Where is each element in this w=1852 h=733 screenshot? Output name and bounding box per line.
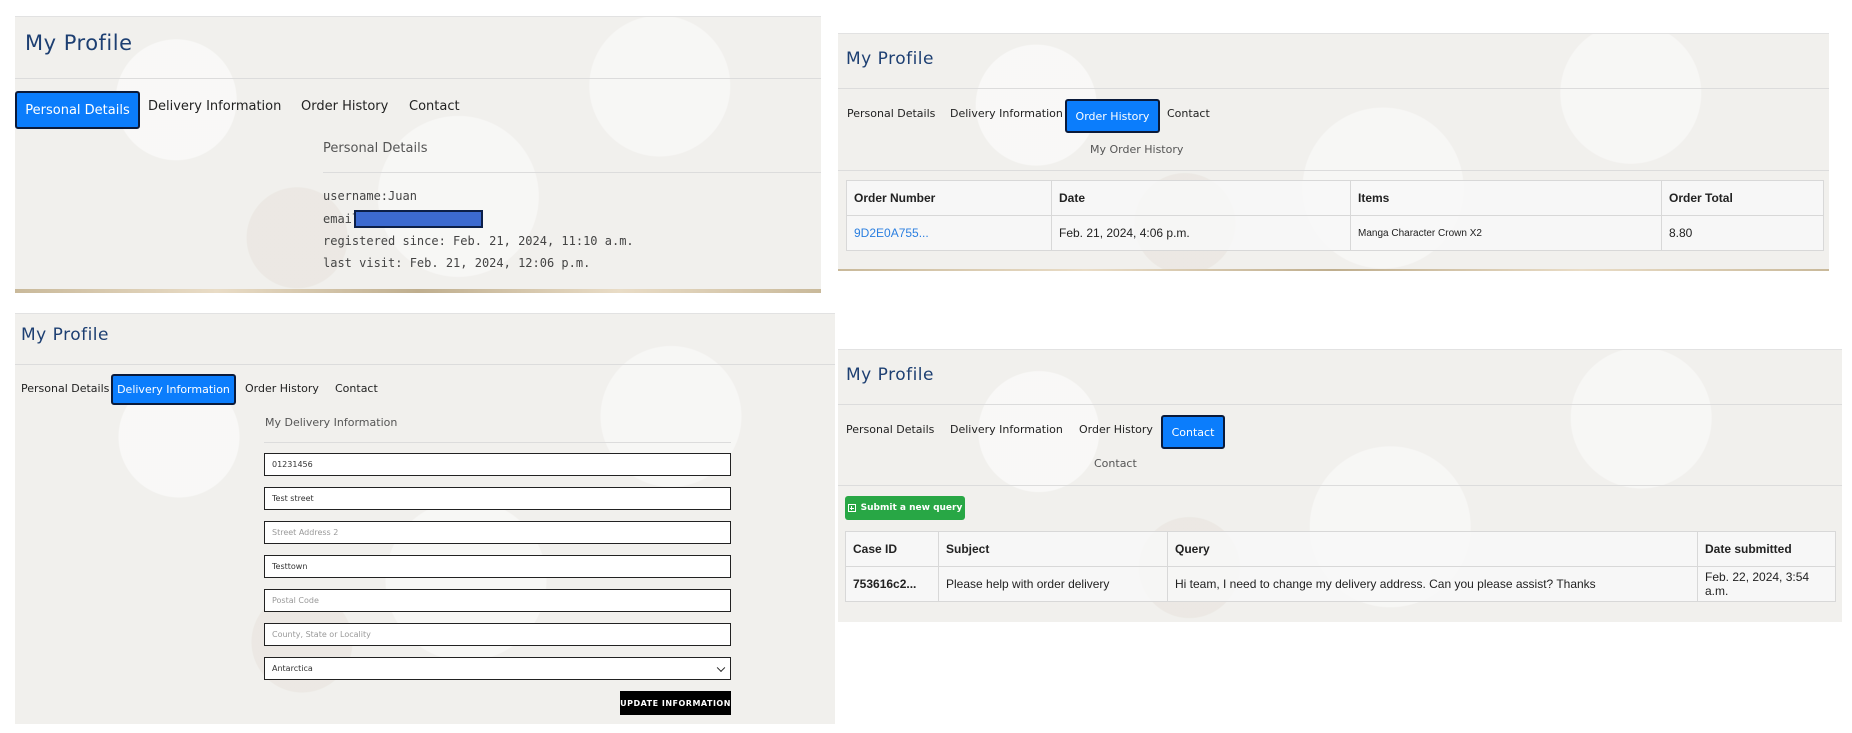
tab-personal-details[interactable]: Personal Details	[21, 382, 109, 395]
divider	[838, 170, 1829, 171]
tab-order-history[interactable]: Order History	[1079, 423, 1153, 436]
tab-order-history[interactable]: Order History	[301, 99, 388, 114]
column-header: Query	[1167, 531, 1698, 567]
column-header: Date	[1051, 180, 1351, 216]
delivery-information-panel: My Profile Personal Details Delivery Inf…	[15, 313, 835, 724]
county-field[interactable]: County, State or Locality	[264, 623, 731, 646]
divider	[15, 78, 821, 79]
section-heading: My Order History	[1090, 143, 1184, 156]
table-header-row: Case ID Subject Query Date submitted	[845, 531, 1836, 567]
orders-table: Order Number Date Items Order Total 9D2E…	[846, 180, 1824, 251]
submit-new-query-button[interactable]: Submit a new query	[845, 496, 965, 520]
divider	[838, 485, 1842, 486]
postal-code-field[interactable]: Postal Code	[264, 589, 731, 612]
street-address-1-field[interactable]: Test street	[264, 487, 731, 510]
tab-contact[interactable]: Contact	[335, 382, 378, 395]
divider	[323, 172, 821, 173]
tab-contact[interactable]: Contact	[1161, 415, 1225, 449]
submit-new-query-label: Submit a new query	[860, 503, 963, 513]
tab-contact[interactable]: Contact	[409, 99, 460, 114]
divider	[264, 442, 731, 443]
bottom-strip	[838, 269, 1829, 271]
page-title: My Profile	[846, 49, 934, 69]
table-row: 9D2E0A755... Feb. 21, 2024, 4:06 p.m. Ma…	[846, 215, 1824, 251]
street-address-2-field[interactable]: Street Address 2	[264, 521, 731, 544]
tab-delivery-information[interactable]: Delivery Information	[950, 423, 1063, 436]
queries-table: Case ID Subject Query Date submitted 753…	[845, 531, 1836, 602]
section-heading: My Delivery Information	[265, 416, 398, 429]
column-header: Order Number	[846, 180, 1052, 216]
registered-since-text: registered since: Feb. 21, 2024, 11:10 a…	[323, 234, 634, 248]
query-text: Hi team, I need to change my delivery ad…	[1167, 566, 1698, 602]
contact-panel: My Profile Personal Details Delivery Inf…	[838, 349, 1842, 622]
divider	[838, 404, 1842, 405]
tab-delivery-information[interactable]: Delivery Information	[148, 99, 281, 114]
table-header-row: Order Number Date Items Order Total	[846, 180, 1824, 216]
email-redaction	[354, 210, 483, 228]
column-header: Subject	[938, 531, 1168, 567]
order-date: Feb. 21, 2024, 4:06 p.m.	[1051, 215, 1351, 251]
bottom-strip	[15, 289, 821, 293]
case-id: 753616c2...	[845, 566, 939, 602]
order-history-panel: My Profile Personal Details Delivery Inf…	[838, 33, 1829, 271]
column-header: Date submitted	[1697, 531, 1836, 567]
last-visit-text: last visit: Feb. 21, 2024, 12:06 p.m.	[323, 256, 591, 270]
tab-delivery-information[interactable]: Delivery Information	[111, 374, 236, 405]
username-text: username:Juan	[323, 189, 417, 203]
table-row[interactable]: 753616c2... Please help with order deliv…	[845, 566, 1836, 602]
query-subject: Please help with order delivery	[938, 566, 1168, 602]
chevron-down-icon	[716, 663, 726, 672]
date-submitted: Feb. 22, 2024, 3:54 a.m.	[1697, 566, 1836, 602]
divider	[15, 364, 835, 365]
personal-details-panel: My Profile Personal Details Delivery Inf…	[15, 16, 821, 293]
column-header: Items	[1350, 180, 1662, 216]
tab-delivery-information[interactable]: Delivery Information	[950, 107, 1063, 120]
section-heading: Personal Details	[323, 141, 428, 156]
column-header: Case ID	[845, 531, 939, 567]
tab-personal-details[interactable]: Personal Details	[846, 423, 934, 436]
order-items: Manga Character Crown X2	[1350, 215, 1662, 251]
tab-order-history[interactable]: Order History	[245, 382, 319, 395]
phone-field[interactable]: 01231456	[264, 453, 731, 476]
order-total: 8.80	[1661, 215, 1824, 251]
page-title: My Profile	[25, 31, 133, 55]
column-header: Order Total	[1661, 180, 1824, 216]
tab-personal-details[interactable]: Personal Details	[847, 107, 935, 120]
order-number-link[interactable]: 9D2E0A755...	[846, 215, 1052, 251]
page-title: My Profile	[21, 325, 109, 345]
plus-square-icon	[847, 504, 856, 512]
country-select[interactable]: Antarctica	[264, 657, 731, 680]
tab-contact[interactable]: Contact	[1167, 107, 1210, 120]
tab-order-history[interactable]: Order History	[1065, 99, 1160, 133]
page-title: My Profile	[846, 365, 934, 385]
section-heading: Contact	[1094, 457, 1137, 470]
divider	[838, 88, 1829, 89]
country-select-value: Antarctica	[272, 664, 313, 673]
tab-personal-details[interactable]: Personal Details	[15, 91, 140, 129]
update-information-button[interactable]: UPDATE INFORMATION	[620, 691, 731, 715]
town-field[interactable]: Testtown	[264, 555, 731, 578]
